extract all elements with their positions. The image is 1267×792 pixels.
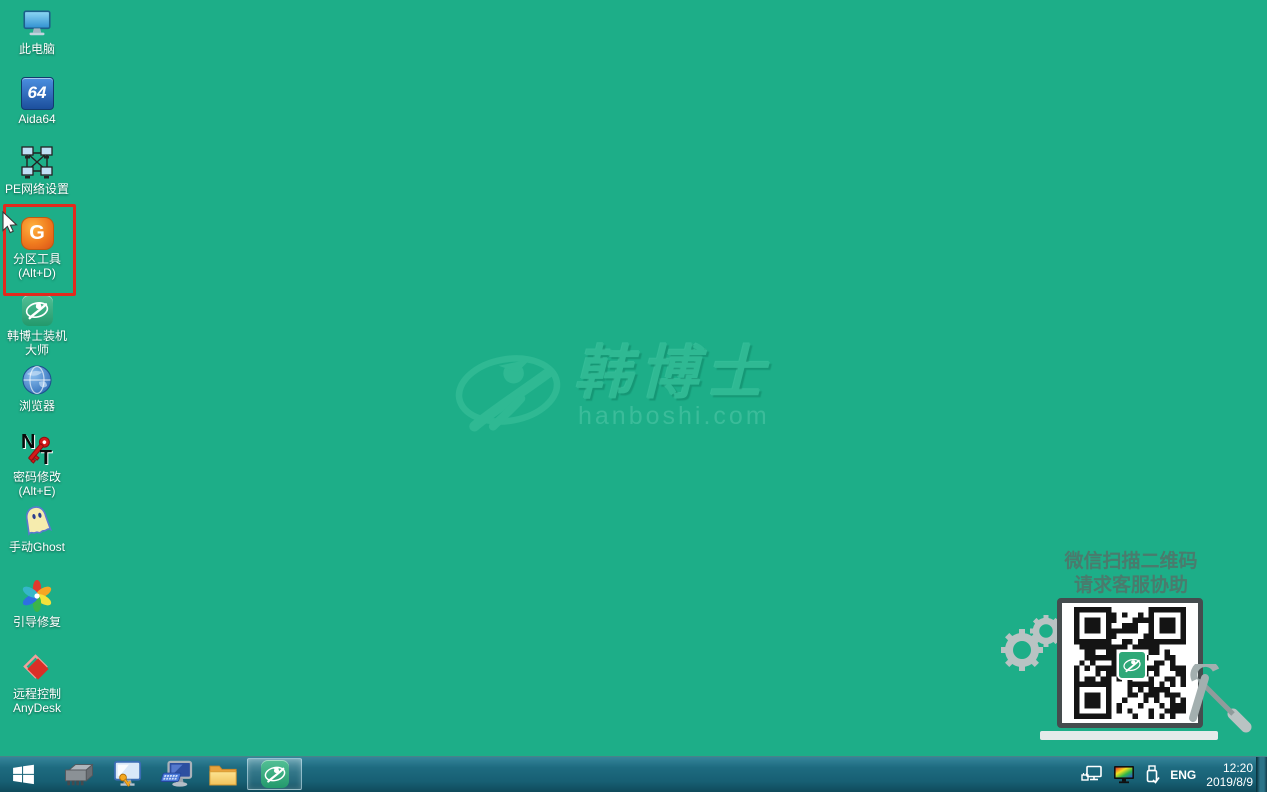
desktop-icon-pe-network[interactable]: PE网络设置 bbox=[4, 146, 70, 196]
wrench-screwdriver-icon bbox=[1183, 664, 1255, 736]
taskbar-display-tool-button[interactable] bbox=[106, 757, 150, 792]
taskbar-file-explorer-button[interactable] bbox=[202, 757, 244, 792]
icon-label: 浏览器 bbox=[4, 399, 70, 413]
icon-label: 韩博士装机 bbox=[4, 329, 70, 343]
nt-key-icon: N T bbox=[20, 434, 54, 468]
support-line-2: 请求客服协助 bbox=[1030, 574, 1232, 598]
aida64-icon: 64 bbox=[20, 76, 54, 110]
ghost-icon bbox=[20, 504, 54, 538]
icon-label: 密码修改 bbox=[4, 470, 70, 484]
hanboshi-logo-icon bbox=[261, 760, 289, 788]
monitor-key-icon bbox=[112, 760, 144, 789]
icon-label: 引导修复 bbox=[4, 615, 70, 629]
system-tray: ENG 12:20 2019/8/9 bbox=[1081, 757, 1253, 792]
icon-label: Aida64 bbox=[4, 112, 70, 126]
icon-label-2: 大师 bbox=[4, 343, 70, 357]
icon-label: PE网络设置 bbox=[4, 182, 70, 196]
keyboard-monitor-icon bbox=[160, 760, 193, 789]
display-color-icon[interactable] bbox=[1113, 765, 1135, 784]
icon-label: 手动Ghost bbox=[4, 540, 70, 554]
qr-monitor-frame bbox=[1057, 598, 1203, 728]
folder-icon bbox=[208, 762, 238, 788]
icon-label: 此电脑 bbox=[4, 42, 70, 56]
desktop-icon-aida64[interactable]: 64 Aida64 bbox=[4, 76, 70, 126]
desktop-icon-hanboshi-master[interactable]: 韩博士装机 大师 bbox=[4, 293, 70, 357]
desktop-icon-anydesk[interactable]: 远程控制 AnyDesk bbox=[4, 651, 70, 715]
gears-icon bbox=[996, 606, 1066, 678]
icon-label-2: AnyDesk bbox=[4, 701, 70, 715]
support-text: 微信扫描二维码 请求客服协助 bbox=[1030, 550, 1232, 598]
pinwheel-icon bbox=[20, 579, 54, 613]
support-line-1: 微信扫描二维码 bbox=[1030, 550, 1232, 574]
show-desktop-button[interactable] bbox=[1256, 757, 1267, 792]
language-indicator[interactable]: ENG bbox=[1170, 768, 1196, 782]
watermark-brand: 韩博士 bbox=[574, 344, 772, 404]
icon-label-2: (Alt+E) bbox=[4, 484, 70, 498]
network-diagram-icon bbox=[20, 146, 54, 180]
watermark: 韩博士 hanboshi.com bbox=[452, 344, 772, 436]
chip-icon bbox=[63, 761, 95, 788]
this-pc-icon bbox=[20, 6, 54, 40]
globe-icon bbox=[20, 363, 54, 397]
taskbar-chip-tool-button[interactable] bbox=[58, 757, 100, 792]
clock[interactable]: 12:20 2019/8/9 bbox=[1206, 761, 1253, 789]
desktop-icon-this-pc[interactable]: 此电脑 bbox=[4, 6, 70, 56]
network-icon[interactable] bbox=[1081, 765, 1103, 784]
hanboshi-orbit-logo bbox=[452, 344, 564, 436]
taskbar-input-tool-button[interactable] bbox=[154, 757, 198, 792]
desktop-icon-manual-ghost[interactable]: 手动Ghost bbox=[4, 504, 70, 554]
mouse-cursor bbox=[2, 211, 19, 235]
desktop-icon-browser[interactable]: 浏览器 bbox=[4, 363, 70, 413]
start-button[interactable] bbox=[0, 757, 46, 792]
windows-logo-icon bbox=[11, 762, 36, 787]
clock-date: 2019/8/9 bbox=[1206, 775, 1253, 789]
taskbar: ENG 12:20 2019/8/9 bbox=[0, 756, 1267, 792]
hanboshi-logo-icon bbox=[20, 293, 54, 327]
aida64-badge: 64 bbox=[21, 77, 54, 110]
clock-time: 12:20 bbox=[1206, 761, 1253, 775]
letter-t: T bbox=[40, 447, 52, 470]
icon-label: 远程控制 bbox=[4, 687, 70, 701]
anydesk-diamond-icon bbox=[20, 651, 54, 685]
desktop: 此电脑 64 Aida64 bbox=[0, 0, 1267, 792]
watermark-domain: hanboshi.com bbox=[578, 402, 772, 431]
taskbar-hanboshi-app-button[interactable] bbox=[247, 758, 302, 790]
desktop-icon-boot-repair[interactable]: 引导修复 bbox=[4, 579, 70, 629]
usb-icon[interactable] bbox=[1145, 765, 1160, 784]
qr-center-logo bbox=[1117, 650, 1147, 680]
hanboshi-badge bbox=[22, 295, 53, 326]
desktop-icon-password-reset[interactable]: N T 密码修改 (Alt+E) bbox=[4, 434, 70, 498]
